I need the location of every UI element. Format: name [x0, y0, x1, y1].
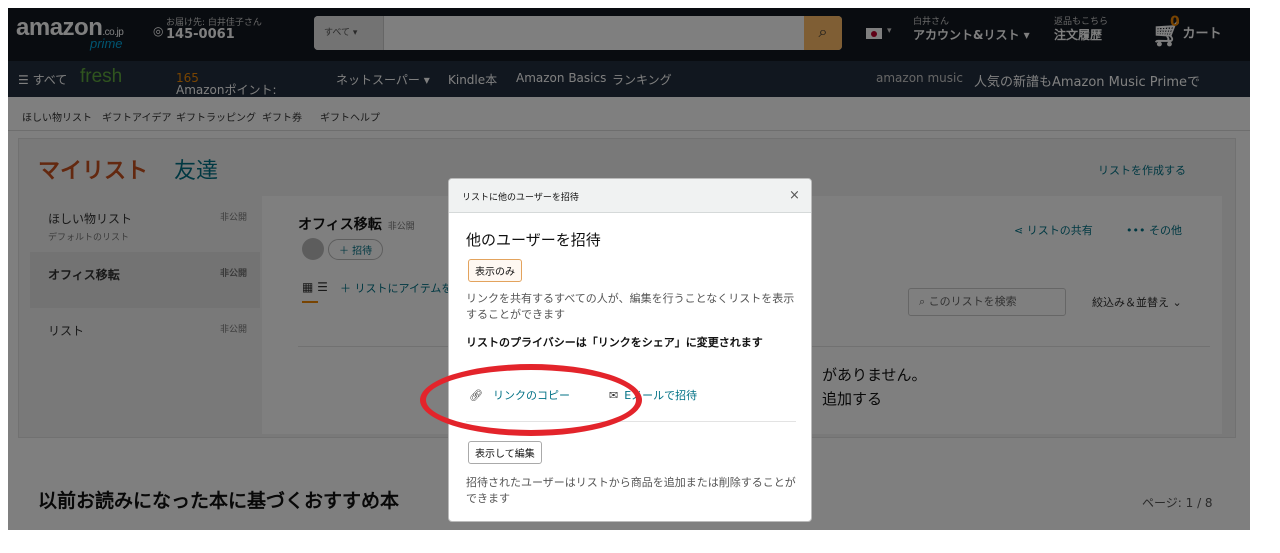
screenshot-stage: amazon.co.jp prime ◎ お届け先: 白井佳子さん145-006…	[0, 0, 1280, 553]
privacy-note: リストのプライバシーは「リンクをシェア」に変更されます	[466, 336, 763, 349]
mail-icon: ✉	[609, 389, 619, 402]
modal-divider	[466, 421, 796, 422]
view-only-button[interactable]: 表示のみ	[468, 259, 522, 282]
link-icon: 🔗︎	[469, 389, 483, 402]
modal-title: 他のユーザーを招待	[466, 231, 601, 249]
view-only-description: リンクを共有するすべての人が、編集を行うことなくリストを表示することができます	[466, 292, 795, 321]
invite-modal: リストに他のユーザーを招待 × 他のユーザーを招待 表示のみ リンクを共有するす…	[448, 178, 812, 522]
copy-link-button[interactable]: 🔗︎ リンクのコピー	[469, 387, 570, 403]
modal-header: リストに他のユーザーを招待 ×	[449, 179, 811, 213]
copy-link-label: リンクのコピー	[492, 389, 570, 402]
modal-header-title: リストに他のユーザーを招待	[462, 193, 579, 203]
view-and-edit-description: 招待されたユーザーはリストから商品を追加または削除することができます	[466, 476, 796, 505]
email-invite-label: Eメールで招待	[624, 389, 698, 402]
email-invite-button[interactable]: ✉ Eメールで招待	[609, 387, 697, 403]
close-icon[interactable]: ×	[789, 188, 800, 203]
amazon-page: amazon.co.jp prime ◎ お届け先: 白井佳子さん145-006…	[8, 8, 1250, 530]
view-and-edit-button[interactable]: 表示して編集	[468, 441, 542, 464]
